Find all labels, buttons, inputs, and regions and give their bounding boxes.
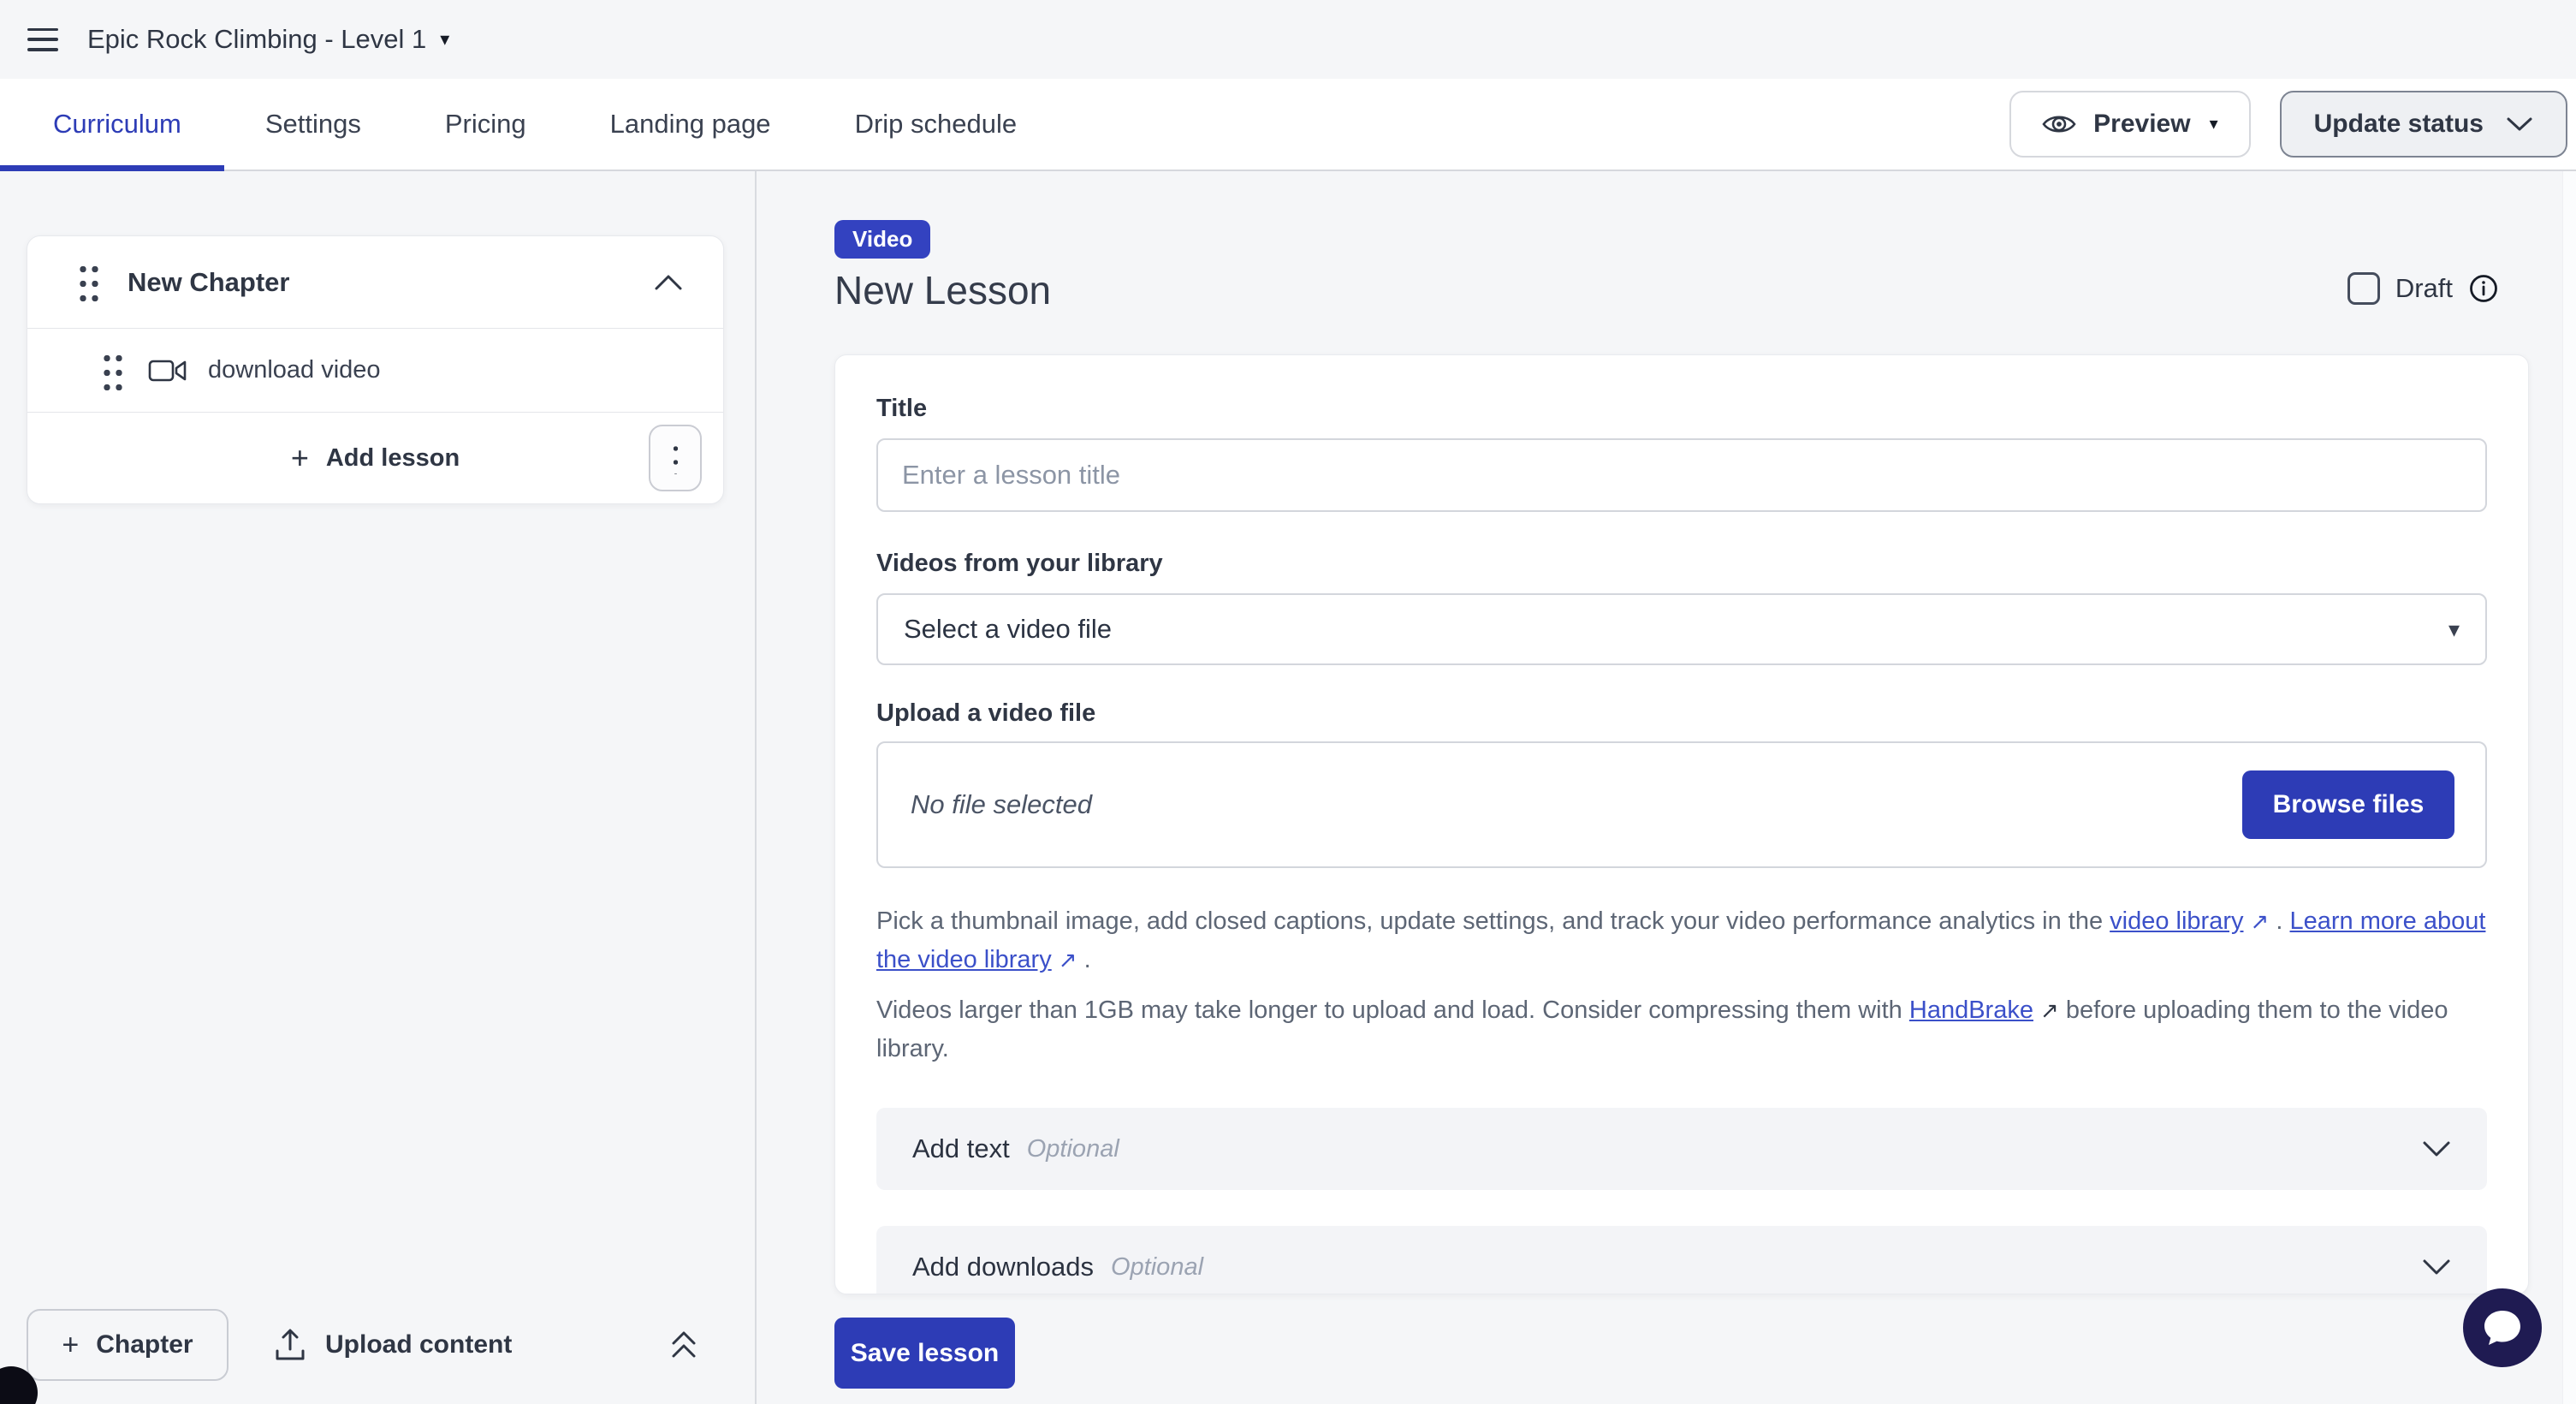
help-text: Pick a thumbnail image, add closed capti… xyxy=(876,907,2110,935)
drag-handle-icon[interactable] xyxy=(101,351,124,390)
title-field-group: Title xyxy=(876,395,2487,512)
chevron-down-icon xyxy=(2422,1258,2451,1276)
draft-toggle-row: Draft xyxy=(2347,272,2499,305)
preview-label: Preview xyxy=(2093,110,2190,139)
update-status-label: Update status xyxy=(2314,110,2484,139)
external-link-icon: ↗ xyxy=(2040,991,2059,1030)
chapter-title: New Chapter xyxy=(128,267,289,298)
lesson-header: New Lesson Draft xyxy=(834,267,2529,313)
curriculum-sidebar: New Chapter xyxy=(0,171,757,1404)
file-upload-dropzone[interactable]: No file selected Browse files xyxy=(876,741,2487,868)
add-lesson-button[interactable]: + Add lesson xyxy=(291,443,460,473)
add-chapter-label: Chapter xyxy=(96,1330,193,1359)
tab-curriculum[interactable]: Curriculum xyxy=(53,109,181,140)
tab-settings[interactable]: Settings xyxy=(265,109,361,140)
tabs: Curriculum Settings Pricing Landing page… xyxy=(53,109,1017,140)
select-value: Select a video file xyxy=(904,614,1112,645)
lesson-editor: Video New Lesson Draft xyxy=(757,171,2576,1404)
course-builder-app: Epic Rock Climbing - Level 1 ▾ Curriculu… xyxy=(0,0,2576,1404)
double-chevron-up-icon xyxy=(668,1328,700,1362)
tabbar: Curriculum Settings Pricing Landing page… xyxy=(0,79,2576,171)
add-text-accordion[interactable]: Add text Optional xyxy=(876,1108,2487,1190)
draft-checkbox[interactable] xyxy=(2347,272,2380,305)
draft-label: Draft xyxy=(2395,273,2453,304)
topbar: Epic Rock Climbing - Level 1 ▾ xyxy=(0,0,2576,79)
help-text: Videos larger than 1GB may take longer t… xyxy=(876,996,1909,1024)
tab-pricing[interactable]: Pricing xyxy=(445,109,526,140)
chapter-options-button[interactable] xyxy=(649,425,702,491)
tab-landing-page[interactable]: Landing page xyxy=(610,109,771,140)
browse-files-button[interactable]: Browse files xyxy=(2242,770,2454,839)
chevron-up-icon[interactable] xyxy=(653,273,684,292)
library-field-label: Videos from your library xyxy=(876,550,2487,578)
upload-content-button[interactable]: Upload content xyxy=(274,1328,512,1362)
handbrake-link[interactable]: HandBrake xyxy=(1909,996,2033,1024)
lesson-title-input[interactable] xyxy=(876,438,2487,512)
info-icon[interactable] xyxy=(2468,273,2499,304)
upload-field-label: Upload a video file xyxy=(876,699,2487,728)
sidebar-footer: + Chapter Upload content xyxy=(27,1309,700,1381)
plus-icon: + xyxy=(62,1330,79,1359)
help-text: . xyxy=(2269,907,2289,935)
video-library-link[interactable]: video library xyxy=(2110,907,2243,935)
library-field-group: Videos from your library Select a video … xyxy=(876,550,2487,665)
optional-hint: Optional xyxy=(1111,1253,1203,1282)
lesson-title: download video xyxy=(208,356,381,384)
scrollbar-track[interactable] xyxy=(2562,171,2576,1404)
upload-field-group: Upload a video file No file selected Bro… xyxy=(876,699,2487,868)
chevron-down-icon xyxy=(2422,1140,2451,1157)
active-tab-underline xyxy=(0,165,224,171)
course-switcher[interactable]: Epic Rock Climbing - Level 1 ▾ xyxy=(87,24,449,55)
upload-icon xyxy=(274,1328,306,1362)
title-field-label: Title xyxy=(876,395,2487,423)
caret-down-icon: ▾ xyxy=(2210,116,2218,133)
eye-icon xyxy=(2042,111,2076,137)
add-lesson-row: + Add lesson xyxy=(27,413,723,503)
caret-down-icon: ▾ xyxy=(2448,618,2460,640)
lesson-type-badge: Video xyxy=(834,220,930,259)
kebab-menu-icon xyxy=(674,442,678,474)
page-title: New Lesson xyxy=(834,267,2529,313)
chapter-header[interactable]: New Chapter xyxy=(27,236,723,328)
preview-button[interactable]: Preview ▾ xyxy=(2009,91,2250,158)
menu-icon[interactable] xyxy=(27,28,58,51)
add-chapter-button[interactable]: + Chapter xyxy=(27,1309,229,1381)
add-downloads-label: Add downloads xyxy=(912,1252,1094,1282)
lesson-row[interactable]: download video xyxy=(27,329,723,412)
content: New Chapter xyxy=(0,171,2576,1404)
file-size-help-text: Videos larger than 1GB may take longer t… xyxy=(876,991,2487,1068)
chevron-down-icon xyxy=(2506,116,2533,133)
save-lesson-button[interactable]: Save lesson xyxy=(834,1318,1015,1389)
collapse-all-button[interactable] xyxy=(668,1328,700,1362)
chat-bubble-icon xyxy=(2482,1309,2523,1347)
optional-hint: Optional xyxy=(1027,1135,1119,1163)
add-lesson-label: Add lesson xyxy=(326,444,460,473)
plus-icon: + xyxy=(291,443,309,473)
chat-launcher-button[interactable] xyxy=(2463,1288,2542,1367)
chapter-card: New Chapter xyxy=(27,235,724,504)
course-title: Epic Rock Climbing - Level 1 xyxy=(87,24,426,55)
help-text: . xyxy=(1077,946,1091,973)
video-camera-icon xyxy=(148,357,187,384)
video-library-help-text: Pick a thumbnail image, add closed capti… xyxy=(876,902,2487,979)
lesson-form-card: Title Videos from your library Select a … xyxy=(834,354,2529,1294)
upload-content-label: Upload content xyxy=(325,1330,512,1359)
external-link-icon: ↗ xyxy=(1059,941,1077,979)
tab-drip-schedule[interactable]: Drip schedule xyxy=(855,109,1018,140)
external-link-icon: ↗ xyxy=(2251,902,2270,941)
no-file-text: No file selected xyxy=(911,789,1092,820)
video-library-select[interactable]: Select a video file ▾ xyxy=(876,593,2487,665)
drag-handle-icon[interactable] xyxy=(77,262,100,303)
add-text-label: Add text xyxy=(912,1133,1010,1164)
update-status-button[interactable]: Update status xyxy=(2280,91,2567,158)
add-downloads-accordion[interactable]: Add downloads Optional xyxy=(876,1226,2487,1294)
caret-down-icon: ▾ xyxy=(440,30,449,49)
